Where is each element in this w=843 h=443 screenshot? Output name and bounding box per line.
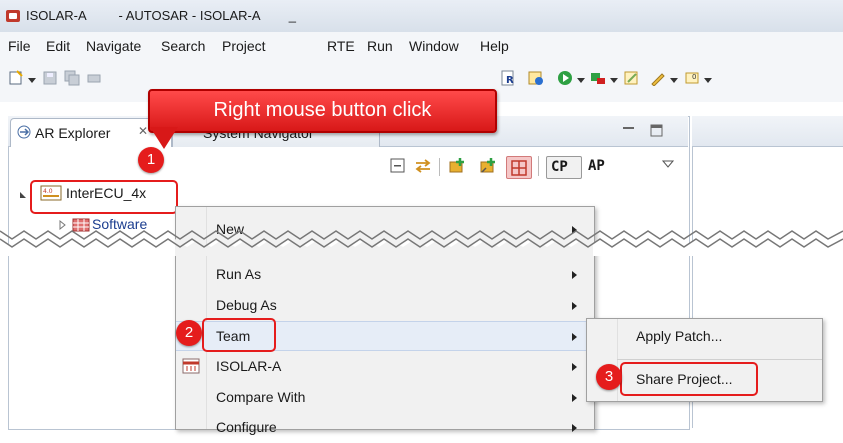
svg-text:0: 0: [692, 73, 696, 81]
menu-file[interactable]: File: [8, 38, 31, 54]
print-icon[interactable]: [86, 70, 102, 86]
submenu-apply-patch[interactable]: Apply Patch...: [636, 328, 722, 344]
run-dropdown-icon[interactable]: [577, 78, 585, 84]
view-menu-icon[interactable]: [662, 160, 674, 168]
menu-item-compare-with[interactable]: Compare With: [176, 383, 594, 413]
new-dropdown-icon[interactable]: [28, 78, 36, 84]
annotation-dropdown-icon[interactable]: [704, 78, 712, 84]
menu-item-run-as-label: Run As: [216, 266, 262, 282]
toolbar-separator: [439, 158, 440, 176]
highlight-share-project-box: [620, 362, 758, 396]
add-element-icon[interactable]: [447, 156, 469, 176]
menu-help[interactable]: Help: [480, 38, 509, 54]
external-tools-icon[interactable]: [590, 70, 606, 86]
info-icon[interactable]: [528, 70, 544, 86]
menu-navigate[interactable]: Navigate: [86, 38, 141, 54]
menu-run[interactable]: Run: [367, 38, 393, 54]
menu-item-debug-as[interactable]: Debug As: [176, 291, 594, 321]
highlight-project-box: [30, 180, 178, 214]
step-badge-1: 1: [138, 147, 164, 173]
cp-toggle-button[interactable]: CP: [546, 156, 582, 179]
toolbar-separator-2: [538, 156, 539, 176]
ap-toggle[interactable]: AP: [588, 158, 605, 174]
isolar-icon: [182, 358, 200, 374]
callout-right-click: Right mouse button click: [148, 89, 497, 133]
editor-tab-bar: [692, 116, 843, 147]
menu-item-run-as[interactable]: Run As: [176, 260, 594, 290]
grid-icon: [511, 160, 527, 176]
step-badge-3: 3: [596, 364, 622, 390]
annotation-icon[interactable]: 0: [684, 70, 700, 86]
submenu-arrow-icon: [572, 302, 577, 310]
submenu-arrow-icon: [572, 394, 577, 402]
menu-item-debug-as-label: Debug As: [216, 297, 277, 313]
new-icon[interactable]: [8, 70, 24, 86]
submenu-separator: [617, 359, 822, 360]
save-icon[interactable]: [42, 70, 58, 86]
collapse-all-icon[interactable]: [390, 158, 406, 174]
step-badge-2: 2: [176, 320, 202, 346]
tab-ar-explorer-label: AR Explorer: [35, 125, 111, 141]
isolar-app-icon: [6, 10, 20, 22]
cp-label: CP: [551, 159, 568, 175]
menu-edit[interactable]: Edit: [46, 38, 70, 54]
tree-collapsed-icon[interactable]: [58, 220, 68, 230]
menu-item-configure-label: Configure: [216, 419, 277, 435]
save-all-icon[interactable]: [64, 70, 80, 86]
menu-project[interactable]: Project: [222, 38, 266, 54]
submenu-arrow-icon: [572, 271, 577, 279]
submenu-arrow-icon: [572, 363, 577, 371]
run-icon[interactable]: [557, 70, 573, 86]
window-title-bar: ISOLAR-A - AUTOSAR - ISOLAR-A _: [0, 0, 843, 32]
menu-window[interactable]: Window: [409, 38, 459, 54]
menu-bar: File Edit Navigate Search Project RTE Ru…: [0, 32, 843, 61]
menu-item-isolar-a-label: ISOLAR-A: [216, 358, 282, 374]
tree-expand-icon[interactable]: [18, 190, 28, 200]
callout-tail: [150, 127, 178, 149]
submenu-gutter: [617, 319, 618, 401]
external-tools-dropdown-icon[interactable]: [610, 78, 618, 84]
menu-search[interactable]: Search: [161, 38, 205, 54]
window-title: ISOLAR-A - AUTOSAR - ISOLAR-A _: [26, 8, 296, 23]
svg-text:R: R: [506, 75, 514, 86]
minimize-icon[interactable]: [622, 124, 636, 136]
rte-icon[interactable]: R: [500, 70, 516, 86]
submenu-arrow-icon: [572, 424, 577, 432]
torn-edge-divider: [0, 230, 843, 256]
tab-close-icon[interactable]: ✕: [138, 124, 148, 138]
menu-item-configure[interactable]: Configure: [176, 413, 594, 443]
ar-explorer-icon: [17, 125, 31, 139]
filter-toggle-button[interactable]: [506, 156, 532, 179]
highlight-team-box: [202, 318, 276, 352]
edit-icon[interactable]: [624, 70, 640, 86]
maximize-icon[interactable]: [650, 124, 664, 138]
callout-text: Right mouse button click: [213, 99, 432, 121]
menu-item-isolar-a[interactable]: ISOLAR-A: [176, 352, 594, 382]
pen-icon[interactable]: [650, 70, 666, 86]
pen-dropdown-icon[interactable]: [670, 78, 678, 84]
menu-rte[interactable]: RTE: [327, 38, 355, 54]
submenu-arrow-icon: [572, 333, 577, 341]
menu-item-compare-with-label: Compare With: [216, 389, 306, 405]
add-reference-icon[interactable]: [478, 156, 500, 176]
link-with-editor-icon[interactable]: [414, 158, 432, 174]
